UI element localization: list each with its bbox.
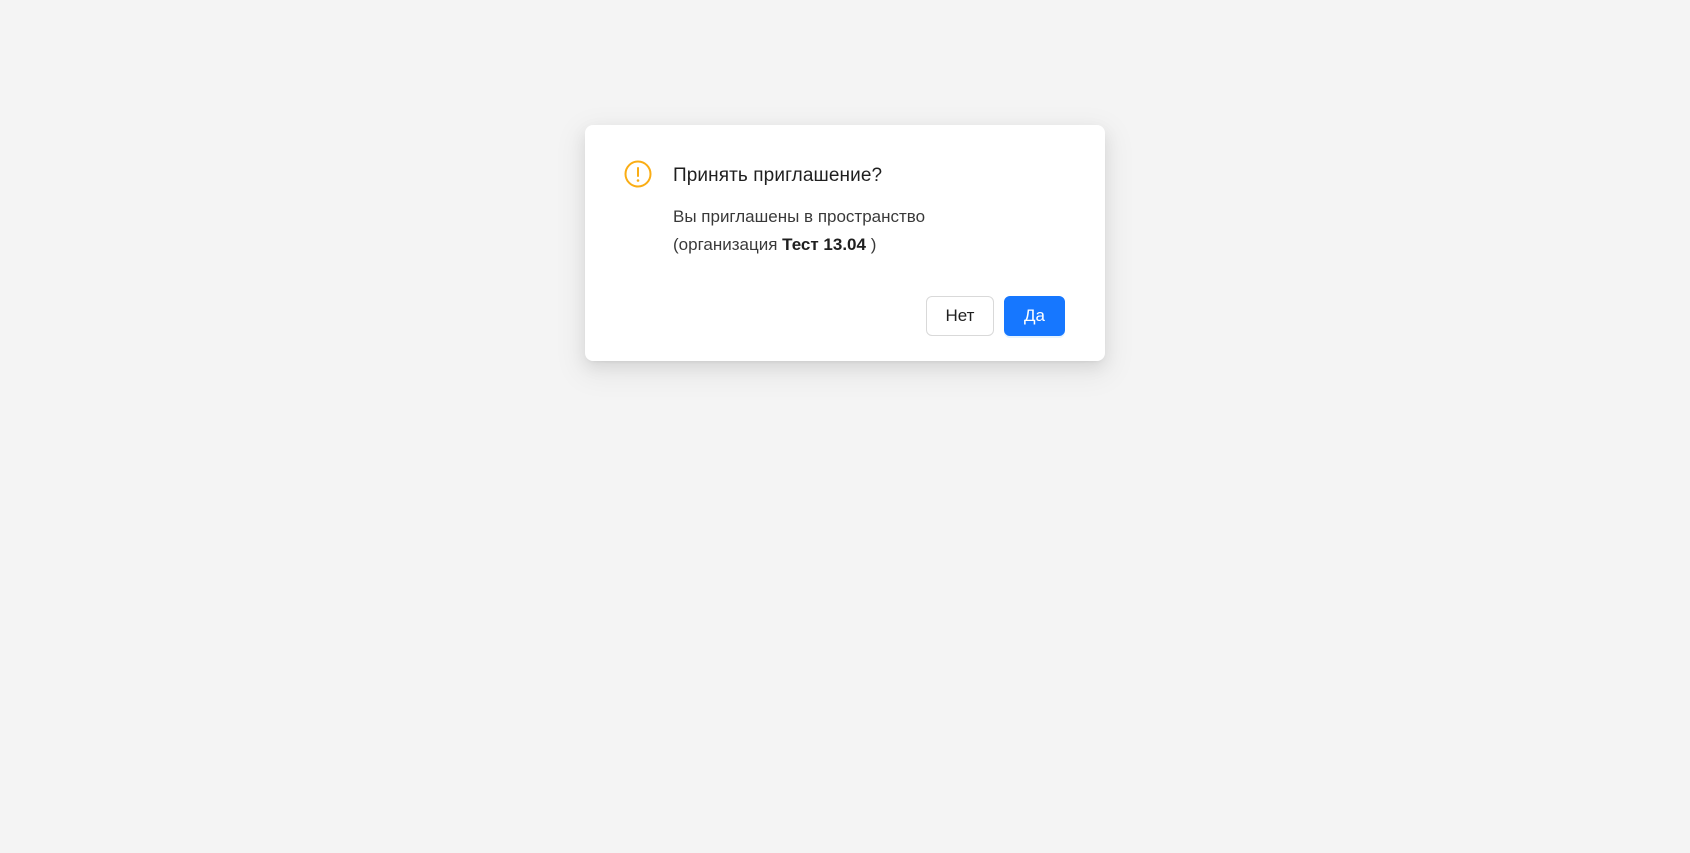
message-prefix: (организация [673, 235, 783, 254]
page-background: Принять приглашение? Вы приглашены в про… [0, 0, 1690, 853]
message-line-1: Вы приглашены в пространство [673, 207, 926, 226]
organization-name: Тест 13.04 [782, 235, 866, 254]
exclamation-circle-icon [624, 160, 652, 188]
message-suffix: ) [865, 235, 877, 254]
yes-button[interactable]: Да [1004, 296, 1065, 336]
message-line-2: (организация Тест 13.04 ) [673, 231, 1073, 259]
dialog-message: Вы приглашены в пространство (организаци… [673, 203, 1073, 259]
dialog-title: Принять приглашение? [673, 165, 883, 186]
no-button[interactable]: Нет [926, 296, 994, 336]
confirm-dialog: Принять приглашение? Вы приглашены в про… [585, 125, 1105, 361]
